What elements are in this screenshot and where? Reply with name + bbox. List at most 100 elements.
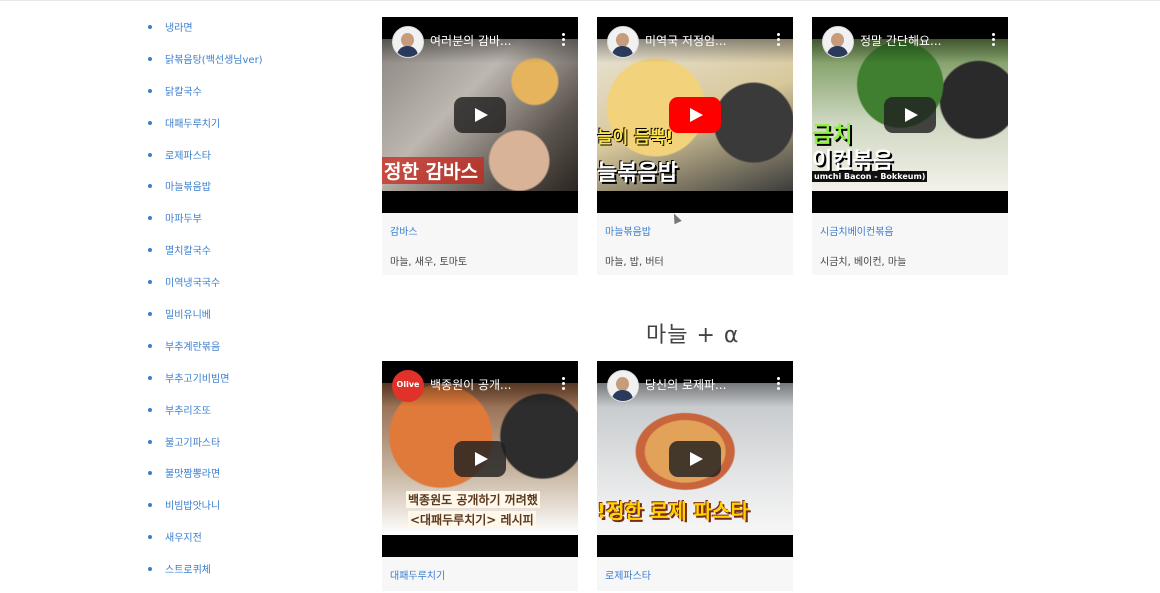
bullet-icon bbox=[148, 152, 152, 157]
bullet-icon bbox=[148, 503, 152, 508]
sidebar-item-label[interactable]: 냉라면 bbox=[165, 23, 193, 34]
bullet-icon bbox=[148, 248, 152, 253]
video-embed[interactable]: 늘이 듬뿍! 늘볶음밥 미역국 저정엄... bbox=[597, 17, 793, 213]
bullet-icon bbox=[148, 375, 152, 380]
bullet-icon bbox=[148, 184, 152, 189]
play-button[interactable] bbox=[454, 97, 506, 133]
channel-avatar[interactable] bbox=[607, 370, 639, 402]
bullet-icon bbox=[148, 88, 152, 93]
sidebar-item-label[interactable]: 마파두부 bbox=[165, 214, 202, 225]
more-options-icon[interactable] bbox=[777, 33, 781, 47]
sidebar-item-label[interactable]: 부추고기비빔면 bbox=[165, 374, 229, 385]
recipe-link[interactable]: 감바스 bbox=[390, 223, 578, 239]
more-options-icon[interactable] bbox=[777, 377, 781, 391]
bullet-icon bbox=[148, 567, 152, 572]
recipe-card-garlic-rice: 늘이 듬뿍! 늘볶음밥 미역국 저정엄... 마늘볶음밥 마늘, 밥, 버터 bbox=[597, 17, 793, 275]
sidebar-item-label[interactable]: 닭칼국수 bbox=[165, 87, 202, 98]
sidebar-item[interactable]: 부추계란볶음 bbox=[148, 338, 263, 370]
recipe-link[interactable]: 대패두루치기 bbox=[390, 567, 578, 583]
sidebar-item-label[interactable]: 비빔밥앗나니 bbox=[165, 501, 220, 512]
sidebar-item[interactable]: 닭칼국수 bbox=[148, 83, 263, 115]
thumbnail-caption: 늘볶음밥 bbox=[597, 161, 678, 186]
recipe-list: 냉라면 닭볶음탕(백선생님ver) 닭칼국수 대패두루치기 로제파스타 마늘볶음… bbox=[148, 19, 263, 593]
more-options-icon[interactable] bbox=[992, 33, 996, 47]
sidebar-item-label[interactable]: 불맛짬뽕라면 bbox=[165, 469, 220, 480]
sidebar-item[interactable]: 대패두루치기 bbox=[148, 115, 263, 147]
recipe-card-rose-pasta: !정한 로제 파스타 당신의 로제파... 로제파스타 bbox=[597, 361, 793, 591]
more-options-icon[interactable] bbox=[562, 33, 566, 47]
bullet-icon bbox=[148, 471, 152, 476]
video-embed[interactable]: 정한 감바스 여러분의 감바... bbox=[382, 17, 578, 213]
sidebar-item-label[interactable]: 스트로퀴체 bbox=[165, 565, 211, 576]
video-embed[interactable]: 금치 이컨볶음 umchi Bacon - Bokkeum) 정말 간단해요..… bbox=[812, 17, 1008, 213]
sidebar-item-label[interactable]: 닭볶음탕(백선생님ver) bbox=[165, 55, 263, 66]
video-embed[interactable]: !정한 로제 파스타 당신의 로제파... bbox=[597, 361, 793, 557]
thumbnail-caption-top: 늘이 듬뿍! bbox=[597, 128, 674, 148]
play-button[interactable] bbox=[454, 441, 506, 477]
ingredient-tags: 마늘, 새우, 토마토 bbox=[390, 257, 468, 268]
bullet-icon bbox=[148, 439, 152, 444]
video-title[interactable]: 여러분의 감바... bbox=[430, 32, 548, 49]
sidebar-item-label[interactable]: 멸치칼국수 bbox=[165, 246, 211, 257]
recipe-card-spinach-bacon: 금치 이컨볶음 umchi Bacon - Bokkeum) 정말 간단해요..… bbox=[812, 17, 1008, 275]
bullet-icon bbox=[148, 535, 152, 540]
bullet-icon bbox=[148, 407, 152, 412]
sidebar-item-label[interactable]: 로제파스타 bbox=[165, 151, 211, 162]
channel-avatar[interactable] bbox=[392, 26, 424, 58]
sidebar-item-label[interactable]: 마늘볶음밥 bbox=[165, 182, 211, 193]
thumbnail-caption: 백종원도 공개하기 꺼려했 bbox=[406, 491, 540, 508]
sidebar-item[interactable]: 불고기파스타 bbox=[148, 434, 263, 466]
video-title[interactable]: 당신의 로제파... bbox=[645, 376, 763, 393]
sidebar-item[interactable]: 부추고기비빔면 bbox=[148, 370, 263, 402]
sidebar-item[interactable]: 마늘볶음밥 bbox=[148, 178, 263, 210]
sidebar-item[interactable]: 새우지전 bbox=[148, 529, 263, 561]
sidebar-item[interactable]: 비빔밥앗나니 bbox=[148, 497, 263, 529]
channel-avatar[interactable]: Olive bbox=[392, 370, 424, 402]
channel-logo-text: Olive bbox=[396, 380, 420, 389]
recipe-sidebar: 냉라면 닭볶음탕(백선생님ver) 닭칼국수 대패두루치기 로제파스타 마늘볶음… bbox=[0, 0, 370, 576]
bullet-icon bbox=[148, 343, 152, 348]
sidebar-item[interactable]: 닭볶음탕(백선생님ver) bbox=[148, 51, 263, 83]
play-button[interactable] bbox=[669, 97, 721, 133]
sidebar-item[interactable]: 스트로퀴체 bbox=[148, 561, 263, 593]
recipe-link[interactable]: 마늘볶음밥 bbox=[605, 223, 793, 239]
sidebar-item[interactable]: 로제파스타 bbox=[148, 147, 263, 179]
recipe-card-gambas: 정한 감바스 여러분의 감바... 감바스 마늘, 새우, 토마토 bbox=[382, 17, 578, 275]
sidebar-item-label[interactable]: 부추계란볶음 bbox=[165, 342, 220, 353]
thumbnail-caption: !정한 로제 파스타 bbox=[597, 499, 749, 523]
bullet-icon bbox=[148, 216, 152, 221]
video-embed[interactable]: 백종원도 공개하기 꺼려했 <대패두루치기> 레시피 Olive 백종원이 공개… bbox=[382, 361, 578, 557]
sidebar-item-label[interactable]: 새우지전 bbox=[165, 533, 202, 544]
sidebar-item[interactable]: 부추리조또 bbox=[148, 402, 263, 434]
bullet-icon bbox=[148, 25, 152, 29]
sidebar-item[interactable]: 불맛짬뽕라면 bbox=[148, 465, 263, 497]
sidebar-item-label[interactable]: 미역냉국국수 bbox=[165, 278, 220, 289]
bullet-icon bbox=[148, 56, 152, 61]
bullet-icon bbox=[148, 280, 152, 285]
video-title[interactable]: 백종원이 공개... bbox=[430, 376, 548, 393]
play-button[interactable] bbox=[669, 441, 721, 477]
thumbnail-caption-small: umchi Bacon - Bokkeum) bbox=[812, 171, 928, 182]
ingredient-tags: 마늘, 밥, 버터 bbox=[605, 257, 664, 268]
recipe-link[interactable]: 시금치베이컨볶음 bbox=[820, 223, 1008, 239]
thumbnail-caption-2: <대패두루치기> 레시피 bbox=[408, 511, 536, 528]
sidebar-item[interactable]: 멸치칼국수 bbox=[148, 242, 263, 274]
sidebar-item[interactable]: 밀비유니베 bbox=[148, 306, 263, 338]
sidebar-item[interactable]: 마파두부 bbox=[148, 210, 263, 242]
video-title[interactable]: 미역국 저정엄... bbox=[645, 32, 763, 49]
sidebar-item[interactable]: 미역냉국국수 bbox=[148, 274, 263, 306]
section-title: 마늘 + α bbox=[646, 323, 740, 348]
channel-avatar[interactable] bbox=[607, 26, 639, 58]
more-options-icon[interactable] bbox=[562, 377, 566, 391]
thumbnail-caption: 정한 감바스 bbox=[382, 157, 485, 184]
sidebar-item-label[interactable]: 불고기파스타 bbox=[165, 438, 220, 449]
channel-avatar[interactable] bbox=[822, 26, 854, 58]
play-button[interactable] bbox=[884, 97, 936, 133]
video-title[interactable]: 정말 간단해요... bbox=[860, 32, 978, 49]
sidebar-item-label[interactable]: 부추리조또 bbox=[165, 406, 211, 417]
bullet-icon bbox=[148, 312, 152, 317]
recipe-link[interactable]: 로제파스타 bbox=[605, 567, 793, 583]
sidebar-item[interactable]: 냉라면 bbox=[148, 19, 263, 51]
sidebar-item-label[interactable]: 밀비유니베 bbox=[165, 310, 211, 321]
sidebar-item-label[interactable]: 대패두루치기 bbox=[165, 119, 220, 130]
